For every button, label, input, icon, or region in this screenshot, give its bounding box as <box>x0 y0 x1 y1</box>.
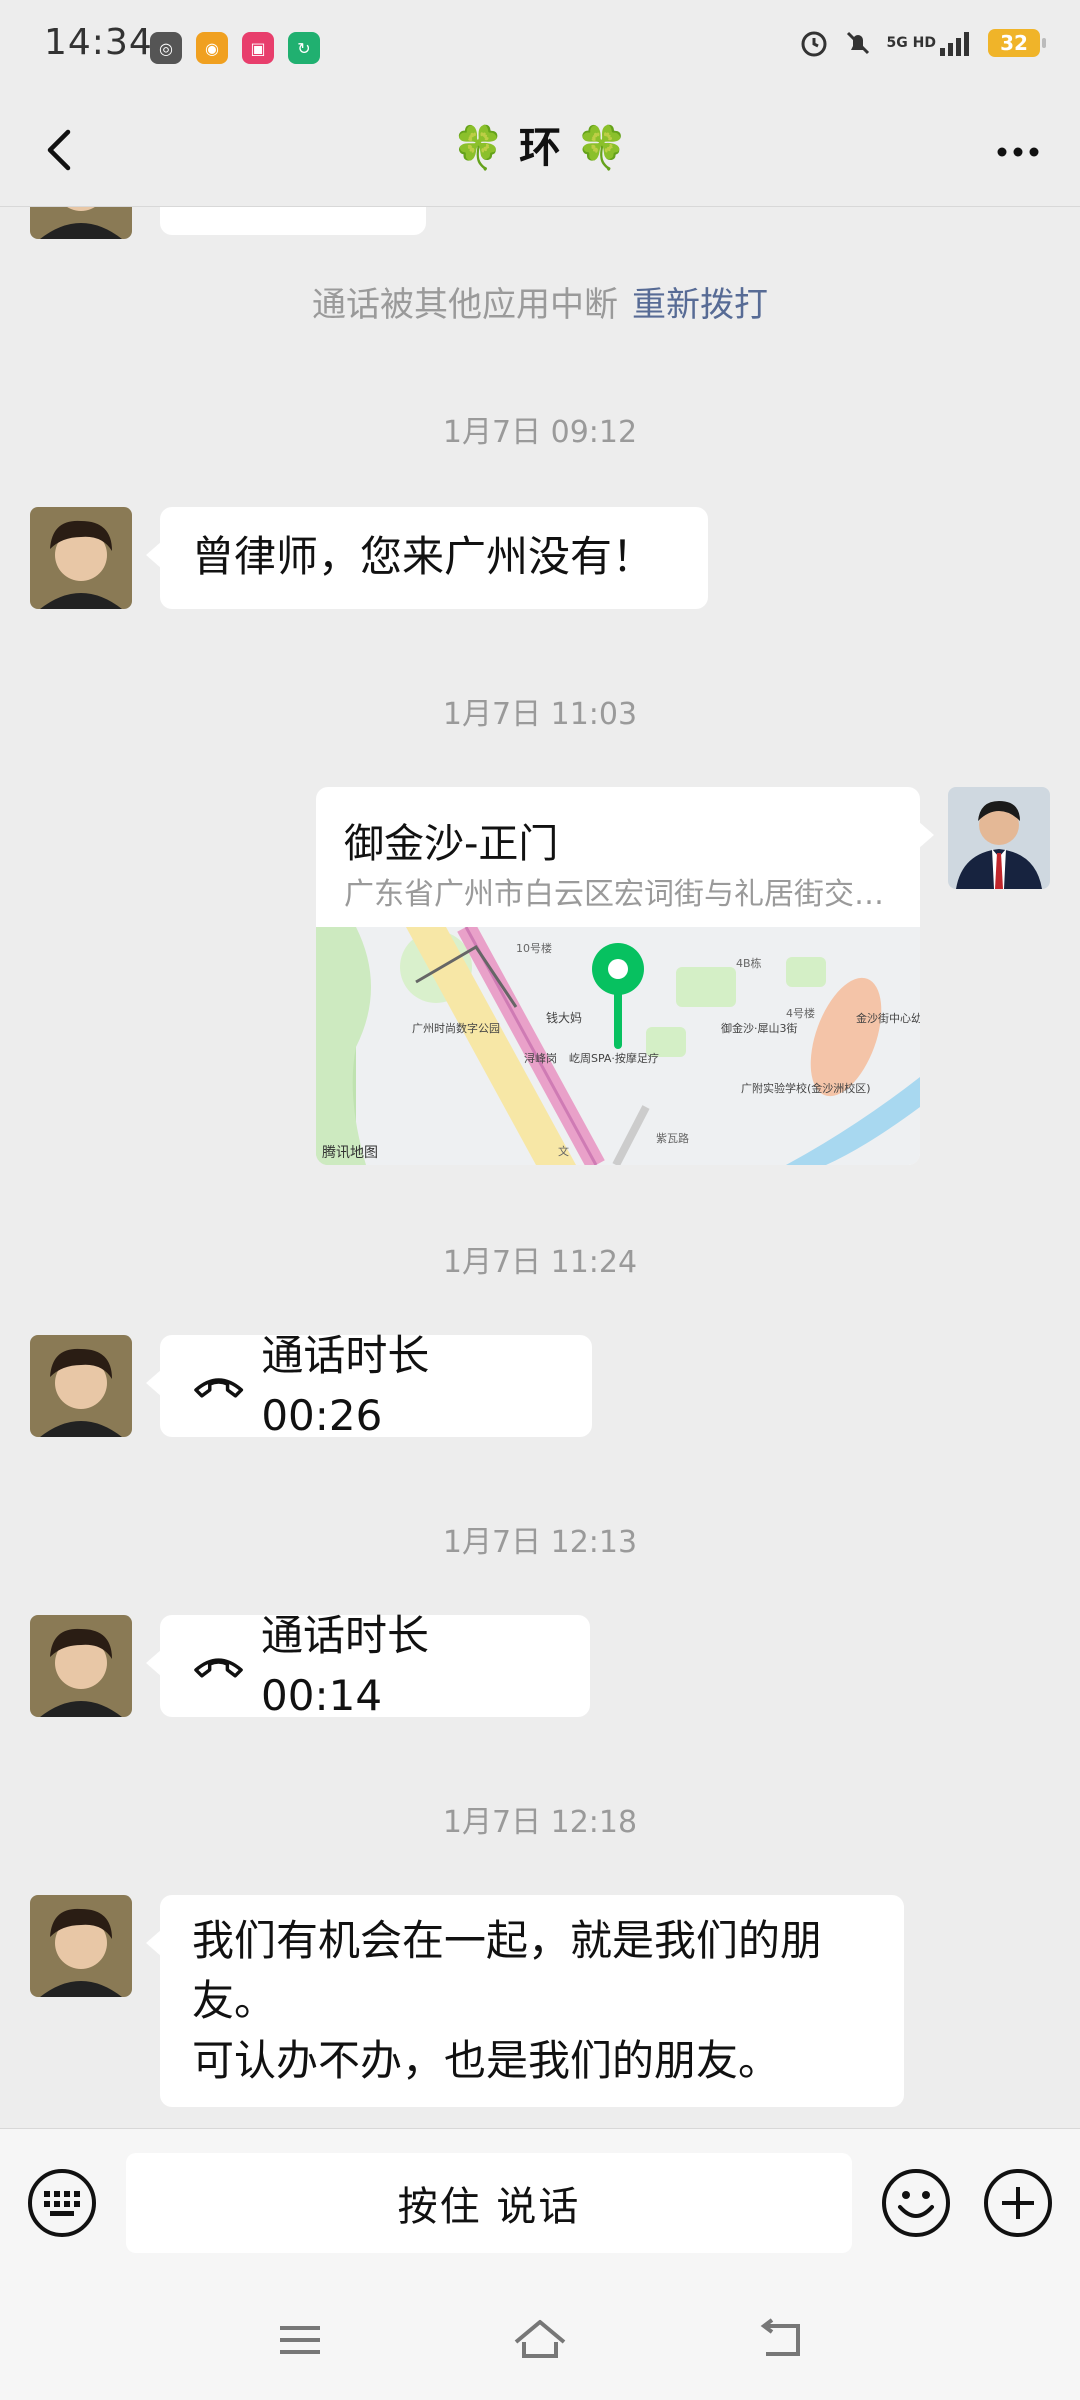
map-provider-label: 腾讯地图 <box>322 1144 378 1161</box>
status-app-icons: ◎ ◉ ▣ ↻ <box>150 32 320 64</box>
phone-hangup-icon <box>194 1658 243 1678</box>
contact-avatar[interactable] <box>30 1615 132 1717</box>
location-name: 御金沙-正门 <box>344 821 559 867</box>
system-notice-text: 通话被其他应用中断 <box>312 285 618 325</box>
map-label: 文 <box>558 1144 569 1158</box>
battery-indicator: 32 <box>988 29 1046 57</box>
message-bubble[interactable]: 我们有机会在一起，就是我们的朋 友。 可认办不办，也是我们的朋友。 <box>146 1895 904 2107</box>
network-indicator: 5G HD <box>887 30 974 56</box>
weibo-icon: ◉ <box>196 32 228 64</box>
emoji-icon[interactable] <box>880 2167 952 2239</box>
map-label: 10号楼 <box>516 941 552 955</box>
redial-link[interactable]: 重新拨打 <box>632 285 768 325</box>
app-notification-icon: ◎ <box>150 32 182 64</box>
call-record-bubble[interactable]: 通话时长 00:14 <box>146 1611 590 1720</box>
status-bar: 14:34 ◎ ◉ ▣ ↻ 5G HD 32 <box>0 0 1080 96</box>
keyboard-icon[interactable] <box>26 2167 98 2239</box>
system-notice: 通话被其他应用中断 重新拨打 <box>0 277 1080 326</box>
hold-to-talk-button[interactable]: 按住 说话 <box>126 2153 852 2253</box>
mute-bell-icon <box>846 31 869 55</box>
timestamp: 1月7日 12:18 <box>442 1805 638 1840</box>
plus-icon[interactable] <box>982 2167 1054 2239</box>
network-label: 5G HD <box>886 35 936 51</box>
message-text-line: 可认办不办，也是我们的朋友。 <box>192 2036 781 2085</box>
contact-avatar[interactable] <box>30 507 132 609</box>
location-card[interactable]: 御金沙-正门 广东省广州市白云区宏词街与礼居街交… 广州时尚数字公园 钱大妈 浔… <box>316 787 920 1165</box>
chat-header: 🍀 环 🍀 <box>0 96 1080 207</box>
message-bubble[interactable]: 曾律师，您来广州没有！ <box>146 507 708 609</box>
call-duration: 通话时长 00:14 <box>261 1611 430 1720</box>
menu-icon[interactable] <box>270 2312 330 2368</box>
more-dots-icon[interactable] <box>986 124 1050 180</box>
timestamp: 1月7日 11:03 <box>442 697 638 732</box>
map-label: 钱大妈 <box>546 1010 582 1025</box>
map-label: 广州时尚数字公园 <box>412 1021 500 1035</box>
previous-message-bubble <box>160 207 426 235</box>
system-nav-bar <box>0 2278 1080 2400</box>
status-time: 14:34 <box>44 22 153 63</box>
map-label: 浔峰岗 <box>524 1052 557 1065</box>
timestamp: 1月7日 11:24 <box>442 1245 638 1280</box>
bilibili-icon: ▣ <box>242 32 274 64</box>
status-right: 5G HD 32 <box>799 28 1046 58</box>
contact-avatar[interactable] <box>30 207 132 239</box>
map-label: 4B栋 <box>736 956 762 970</box>
home-icon[interactable] <box>510 2312 570 2368</box>
location-address: 广东省广州市白云区宏词街与礼居街交… <box>344 877 884 912</box>
map-label: 屹周SPA·按摩足疗 <box>569 1051 659 1065</box>
location-card-tail <box>918 821 934 849</box>
chat-area[interactable]: 通话被其他应用中断 重新拨打 1月7日 09:12 曾律师，您来广州没有！ 1月7… <box>0 207 1080 2127</box>
message-text-line: 我们有机会在一起，就是我们的朋 <box>192 1916 823 1965</box>
call-record-bubble[interactable]: 通话时长 00:26 <box>146 1331 592 1440</box>
map-label: 紫瓦路 <box>656 1132 689 1145</box>
alarm-icon <box>801 31 827 57</box>
back-nav-icon[interactable] <box>752 2312 812 2368</box>
my-avatar[interactable] <box>948 787 1050 889</box>
location-map[interactable]: 广州时尚数字公园 钱大妈 浔峰岗 屹周SPA·按摩足疗 御金沙·犀山3街 广附实… <box>316 927 920 1165</box>
map-label: 御金沙·犀山3街 <box>721 1021 798 1035</box>
timestamp: 1月7日 09:12 <box>442 415 638 450</box>
message-text-line: 友。 <box>192 1976 277 2025</box>
contact-avatar[interactable] <box>30 1895 132 1997</box>
message-text: 曾律师，您来广州没有！ <box>192 532 655 581</box>
timestamp: 1月7日 12:13 <box>442 1525 638 1560</box>
map-label: 金沙街中心幼儿园 <box>856 1011 920 1025</box>
signal-icon <box>940 32 969 56</box>
call-duration: 通话时长 00:26 <box>261 1331 430 1440</box>
input-bar: 按住 说话 <box>0 2128 1080 2279</box>
contact-avatar[interactable] <box>30 1335 132 1437</box>
sync-icon: ↻ <box>288 32 320 64</box>
chat-title: 🍀 环 🍀 <box>452 123 628 172</box>
map-label: 广附实验学校(金沙洲校区) <box>741 1081 871 1095</box>
phone-hangup-icon <box>194 1378 244 1398</box>
map-label: 4号楼 <box>786 1006 815 1020</box>
